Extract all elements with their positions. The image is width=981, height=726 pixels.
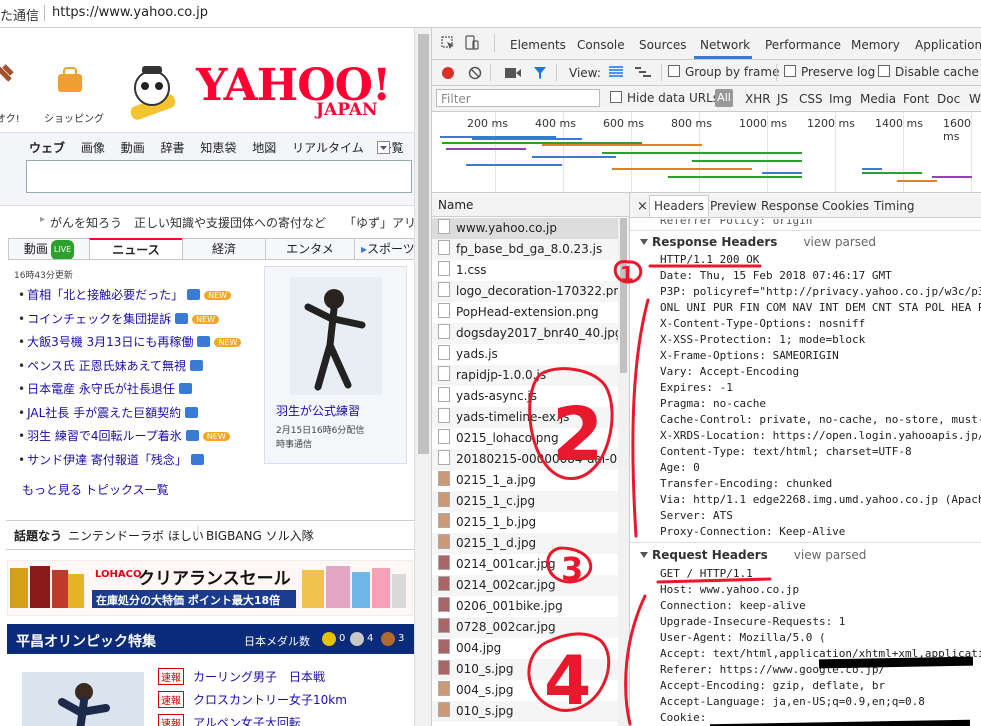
red-annotations: 1 2 3 4 bbox=[527, 260, 772, 726]
annotation-number-3: 3 bbox=[561, 550, 583, 588]
annotation-number-2: 2 bbox=[552, 392, 604, 478]
bracket-request-headers bbox=[624, 594, 647, 726]
bracket-response-headers bbox=[631, 298, 650, 538]
underline-request-line bbox=[656, 577, 772, 584]
annotation-number-4: 4 bbox=[544, 642, 591, 721]
annotation-number-1: 1 bbox=[620, 262, 634, 286]
